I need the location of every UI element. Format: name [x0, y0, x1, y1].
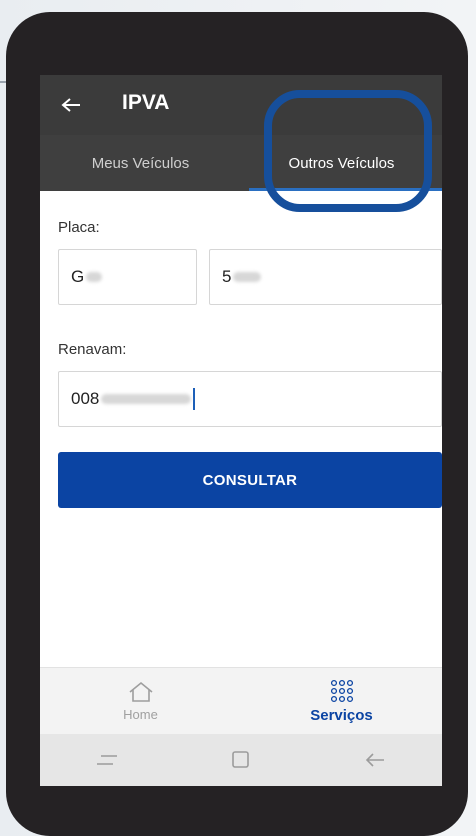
- nav-label-home: Home: [123, 707, 158, 722]
- renavam-field[interactable]: 008: [58, 371, 442, 427]
- back-nav-icon[interactable]: [363, 750, 387, 770]
- grid-icon: [330, 679, 353, 703]
- recent-apps-icon[interactable]: [95, 750, 119, 770]
- consultar-button[interactable]: CONSULTAR: [58, 452, 442, 508]
- tab-highlight-ring: [264, 90, 432, 212]
- page-title: IPVA: [122, 91, 170, 114]
- bottom-navigation: Home Serviços: [40, 667, 442, 735]
- placa-letters-field[interactable]: G: [58, 249, 197, 305]
- renavam-value: 008: [71, 389, 100, 408]
- blurred-text: [86, 272, 103, 282]
- placa-label: Placa:: [58, 219, 100, 236]
- placa-letters-value: G: [71, 267, 85, 286]
- nav-item-servicos[interactable]: Serviços: [241, 668, 442, 735]
- placa-numbers-value: 5: [222, 267, 232, 286]
- blurred-text: [233, 272, 262, 282]
- text-cursor: [193, 388, 196, 410]
- placa-numbers-field[interactable]: 5: [209, 249, 442, 305]
- arrow-left-icon: [61, 98, 80, 112]
- renavam-label: Renavam:: [58, 341, 127, 358]
- nav-item-home[interactable]: Home: [40, 668, 241, 735]
- blurred-text: [101, 394, 192, 404]
- back-button[interactable]: [54, 89, 88, 121]
- home-button-icon[interactable]: [230, 749, 252, 771]
- home-icon: [128, 681, 153, 702]
- tab-meus-veiculos[interactable]: Meus Veículos: [40, 135, 241, 191]
- system-navigation-bar: [40, 734, 442, 786]
- nav-label-servicos: Serviços: [310, 707, 373, 724]
